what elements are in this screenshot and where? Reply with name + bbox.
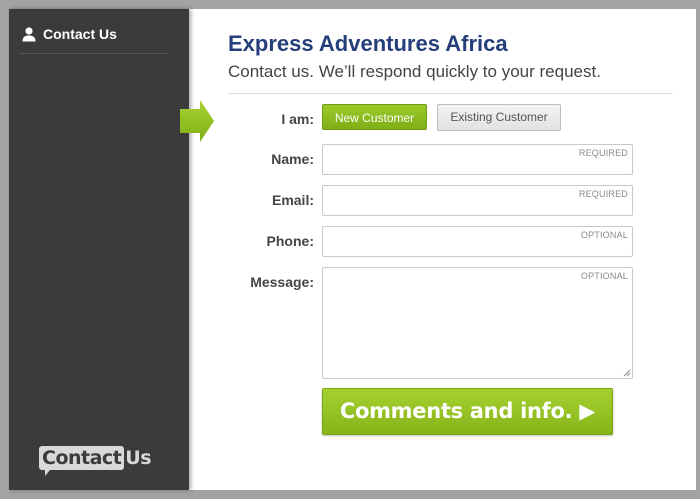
message-label: Message:: [250, 274, 314, 290]
page-title: Express Adventures Africa: [228, 31, 508, 56]
email-label: Email:: [271, 192, 314, 208]
sidebar-tab-label: Contact Us: [43, 26, 117, 42]
name-field[interactable]: REQUIRED: [322, 144, 633, 175]
phone-field[interactable]: OPTIONAL: [322, 226, 633, 257]
logo-us-text: Us: [125, 447, 152, 469]
green-arrow-icon: [180, 100, 214, 142]
sidebar: Contact Us Contact Us: [9, 9, 189, 490]
email-field[interactable]: REQUIRED: [322, 185, 633, 216]
header-divider: [228, 93, 673, 94]
new-customer-button[interactable]: New Customer: [322, 104, 427, 130]
logo-bubble-text: Contact: [39, 446, 125, 476]
existing-customer-button[interactable]: Existing Customer: [437, 104, 561, 131]
phone-label: Phone:: [266, 233, 314, 249]
sidebar-tab-contact-us[interactable]: Contact Us: [19, 25, 169, 54]
email-required-tag: REQUIRED: [578, 189, 628, 199]
resize-grip-icon[interactable]: [623, 369, 631, 377]
contact-widget: Contact Us Contact Us Express Adventures…: [9, 9, 696, 490]
message-textarea[interactable]: OPTIONAL: [322, 267, 633, 379]
phone-optional-tag: OPTIONAL: [580, 230, 628, 240]
name-label: Name:: [271, 151, 314, 167]
person-icon: [22, 27, 36, 42]
name-required-tag: REQUIRED: [578, 148, 628, 158]
submit-button[interactable]: Comments and info. ▶: [322, 388, 613, 435]
contactus-logo: Contact Us: [39, 446, 152, 476]
page-subtitle: Contact us. We’ll respond quickly to you…: [228, 62, 601, 81]
message-optional-tag: OPTIONAL: [580, 271, 628, 281]
iam-label: I am:: [281, 111, 314, 127]
